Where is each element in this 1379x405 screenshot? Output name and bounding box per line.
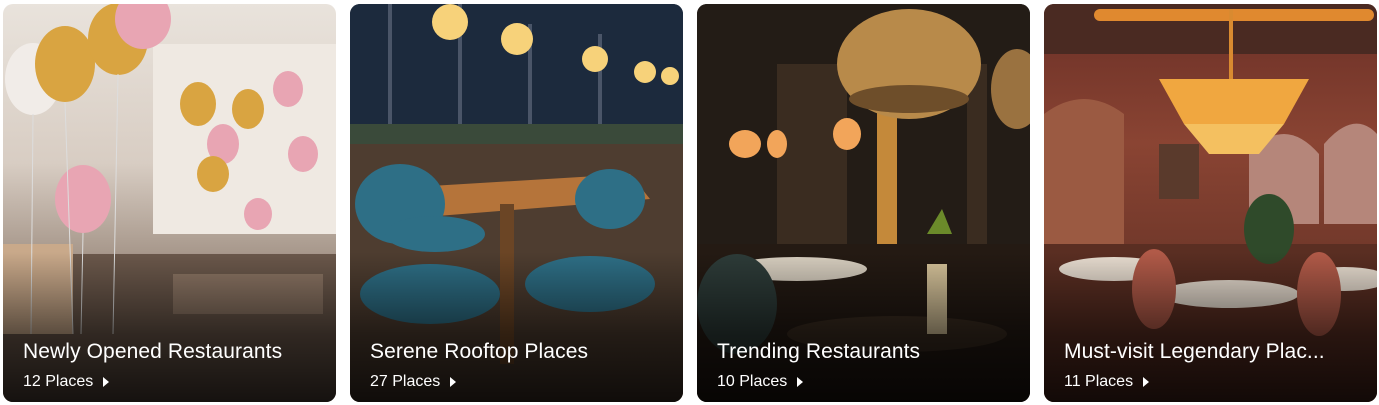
places-count: 12 Places <box>23 373 94 390</box>
collection-title: Must-visit Legendary Plac... <box>1064 340 1325 363</box>
caret-right-icon <box>1143 377 1150 387</box>
caret-right-icon <box>450 377 457 387</box>
collection-title: Trending Restaurants <box>717 340 921 363</box>
places-count: 11 Places <box>1064 373 1134 390</box>
places-count: 10 Places <box>717 373 788 390</box>
collection-count: 11 Places <box>1064 373 1150 391</box>
collection-count: 12 Places <box>23 373 110 391</box>
collection-card-rooftop[interactable]: Serene Rooftop Places 27 Places <box>350 4 683 402</box>
collection-title: Newly Opened Restaurants <box>23 340 283 363</box>
collection-title: Serene Rooftop Places <box>370 340 589 363</box>
caret-right-icon <box>797 377 804 387</box>
places-count: 27 Places <box>370 373 441 390</box>
collections-row: Newly Opened Restaurants 12 Places Seren… <box>0 0 1379 405</box>
collection-card-legendary[interactable]: Must-visit Legendary Plac... 11 Places <box>1044 4 1377 402</box>
collection-count: 10 Places <box>717 373 804 391</box>
collection-count: 27 Places <box>370 373 457 391</box>
caret-right-icon <box>103 377 110 387</box>
collection-card-trending[interactable]: Trending Restaurants 10 Places <box>697 4 1030 402</box>
collection-card-newly-opened[interactable]: Newly Opened Restaurants 12 Places <box>3 4 336 402</box>
